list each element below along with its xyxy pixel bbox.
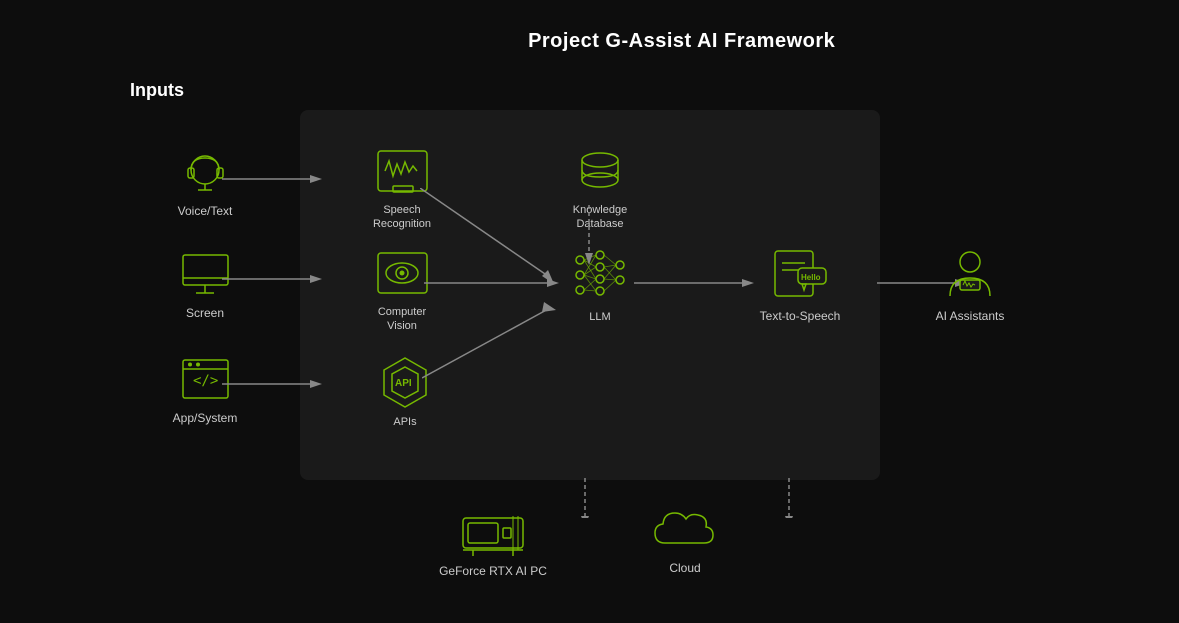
llm-label: LLM xyxy=(589,310,610,324)
geforce-rtx-item: GeForce RTX AI PC xyxy=(438,508,548,578)
tts-label: Text-to-Speech xyxy=(760,309,841,323)
svg-text:Hello: Hello xyxy=(801,273,821,282)
arrow-llm-tts xyxy=(634,277,754,289)
page-title: Project G-Assist AI Framework xyxy=(528,30,835,53)
computer-vision-label: ComputerVision xyxy=(378,305,426,334)
database-icon xyxy=(573,148,628,198)
app-system-label: App/System xyxy=(173,411,238,425)
tts-item: Hello Text-to-Speech xyxy=(755,248,845,323)
apis-label: APIs xyxy=(393,415,416,429)
arrow-screen-cv xyxy=(222,273,322,285)
screen-label: Screen xyxy=(186,306,224,320)
ai-assistants-label: AI Assistants xyxy=(936,309,1005,323)
arrow-cv-llm xyxy=(424,277,559,289)
svg-text:API: API xyxy=(395,378,412,389)
knowledge-db-label: KnowledgeDatabase xyxy=(573,203,627,232)
tts-icon: Hello xyxy=(770,248,830,303)
ai-assistants-item: AI Assistants xyxy=(925,248,1015,323)
network-icon xyxy=(570,245,630,305)
cloud-item: Cloud xyxy=(630,505,740,575)
arrow-voice-speech xyxy=(222,173,322,185)
voice-text-label: Voice/Text xyxy=(178,204,233,218)
arrow-apis-llm xyxy=(422,300,562,380)
app-system-item: </> App/System xyxy=(165,355,245,425)
ai-person-icon xyxy=(940,248,1000,303)
main-container: Project G-Assist AI Framework Inputs Voi… xyxy=(0,0,1179,623)
cloud-icon xyxy=(650,505,720,555)
llm-item: LLM xyxy=(555,245,645,324)
svg-text:</>: </> xyxy=(193,373,218,389)
geforce-rtx-label: GeForce RTX AI PC xyxy=(439,564,547,578)
arrow-speech-llm xyxy=(420,188,560,288)
inputs-label: Inputs xyxy=(130,80,184,101)
cloud-label: Cloud xyxy=(669,561,700,575)
arrow-app-apis xyxy=(222,378,322,390)
screen-item: Screen xyxy=(165,250,245,320)
gpu-icon xyxy=(458,508,528,558)
arrow-llm-gpu xyxy=(579,478,591,518)
arrow-tts-cloud xyxy=(783,478,795,518)
knowledge-db-item: KnowledgeDatabase xyxy=(555,148,645,232)
arrow-kdb-llm xyxy=(583,205,595,265)
